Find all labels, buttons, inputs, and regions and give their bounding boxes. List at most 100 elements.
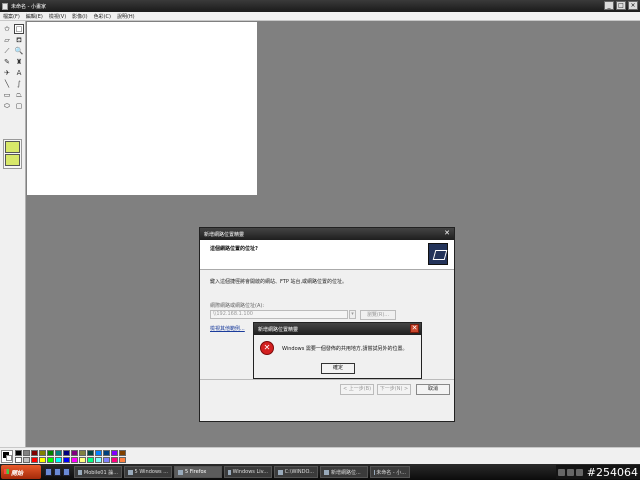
color-picker-icon[interactable]: ⟋ bbox=[2, 46, 12, 56]
quick-launch-icon[interactable] bbox=[54, 468, 61, 476]
color-swatch[interactable] bbox=[23, 450, 30, 456]
color-swatch[interactable] bbox=[39, 457, 46, 463]
airbrush-icon[interactable]: ✈ bbox=[2, 68, 12, 78]
task-app-icon bbox=[78, 469, 82, 475]
menu-edit[interactable]: 編輯(E) bbox=[25, 13, 44, 20]
taskbar-task[interactable]: 未命名 - 小... bbox=[370, 466, 410, 478]
color-swatch[interactable] bbox=[87, 450, 94, 456]
polygon-icon[interactable]: ⏢ bbox=[14, 90, 24, 100]
view-examples-link[interactable]: 檢視其他範例... bbox=[210, 325, 245, 332]
color-swatch[interactable] bbox=[15, 450, 22, 456]
taskbar-task[interactable]: 5 Windows ... bbox=[124, 466, 172, 478]
taskbar-task[interactable]: 5 Firefox bbox=[174, 466, 222, 478]
transparent-option-off[interactable] bbox=[5, 141, 20, 153]
menu-colors[interactable]: 色彩(C) bbox=[93, 13, 112, 20]
color-swatch[interactable] bbox=[103, 457, 110, 463]
quick-launch-icon[interactable] bbox=[63, 468, 70, 476]
wizard-description: 鍵入這個捷徑將會開啟的網站、FTP 站台,或網路位置的位址。 bbox=[210, 279, 348, 285]
color-swatch[interactable] bbox=[79, 450, 86, 456]
tray-icon[interactable] bbox=[566, 468, 574, 476]
task-app-icon bbox=[178, 469, 183, 475]
paint-app-icon bbox=[2, 2, 8, 10]
wizard-footer: < 上一步(B) 下一步(N) > 取消 bbox=[200, 379, 454, 397]
task-app-icon bbox=[324, 469, 329, 475]
drawing-canvas[interactable] bbox=[27, 22, 257, 195]
task-label: 未命名 - 小... bbox=[376, 469, 406, 476]
address-input[interactable]: \\192.168.1.100 bbox=[210, 310, 348, 319]
color-swatch[interactable] bbox=[95, 457, 102, 463]
color-swatch[interactable] bbox=[71, 457, 78, 463]
color-swatch[interactable] bbox=[47, 450, 54, 456]
close-button[interactable]: × bbox=[628, 1, 638, 10]
color-swatch[interactable] bbox=[103, 450, 110, 456]
color-swatch[interactable] bbox=[111, 450, 118, 456]
wizard-header: 這個網路位置的位址? bbox=[200, 240, 454, 270]
task-label: Mobile01 論... bbox=[83, 469, 118, 476]
fill-bucket-icon[interactable]: ⛾ bbox=[14, 35, 24, 45]
task-app-icon bbox=[128, 469, 133, 475]
color-swatch[interactable] bbox=[63, 457, 70, 463]
color-swatch[interactable] bbox=[31, 457, 38, 463]
rect-select-icon[interactable]: □ bbox=[14, 24, 24, 34]
next-button[interactable]: 下一步(N) > bbox=[377, 384, 411, 395]
minimize-button[interactable]: _ bbox=[604, 1, 614, 10]
ok-button[interactable]: 確定 bbox=[321, 363, 355, 374]
browse-button[interactable]: 瀏覽(R)... bbox=[360, 310, 396, 320]
tray-icon[interactable] bbox=[575, 468, 583, 476]
background-color bbox=[6, 455, 12, 461]
maximize-button[interactable]: □ bbox=[616, 1, 626, 10]
eraser-icon[interactable]: ▱ bbox=[2, 35, 12, 45]
start-button[interactable]: 開始 bbox=[1, 465, 41, 479]
color-swatch[interactable] bbox=[55, 450, 62, 456]
menu-file[interactable]: 檔案(F) bbox=[2, 13, 21, 20]
rounded-rect-icon[interactable]: ▢ bbox=[14, 101, 24, 111]
tool-grid: ✩ □ ▱ ⛾ ⟋ 🔍 ✎ ♜ ✈ A ╲ ∫ ▭ ⏢ ⬭ ▢ bbox=[2, 24, 24, 111]
back-button[interactable]: < 上一步(B) bbox=[340, 384, 374, 395]
text-icon[interactable]: A bbox=[14, 68, 24, 78]
ellipse-icon[interactable]: ⬭ bbox=[2, 101, 12, 111]
task-label: 新增網路位... bbox=[331, 469, 361, 476]
color-swatch[interactable] bbox=[71, 450, 78, 456]
menu-bar: 檔案(F) 編輯(E) 檢視(V) 影像(I) 色彩(C) 說明(H) bbox=[0, 12, 640, 21]
address-dropdown-icon[interactable]: ▾ bbox=[349, 310, 356, 319]
rectangle-icon[interactable]: ▭ bbox=[2, 90, 12, 100]
taskbar-task[interactable]: Windows Liv... bbox=[224, 466, 272, 478]
wizard-heading: 這個網路位置的位址? bbox=[210, 246, 258, 252]
color-swatch[interactable] bbox=[119, 457, 126, 463]
cancel-button[interactable]: 取消 bbox=[416, 384, 450, 395]
magnifier-icon[interactable]: 🔍 bbox=[14, 46, 24, 56]
color-swatch[interactable] bbox=[15, 457, 22, 463]
color-swatch[interactable] bbox=[23, 457, 30, 463]
color-swatch[interactable] bbox=[95, 450, 102, 456]
color-swatch[interactable] bbox=[55, 457, 62, 463]
brush-icon[interactable]: ♜ bbox=[14, 57, 24, 67]
error-title: 新增網路位置精靈 bbox=[258, 326, 299, 333]
menu-view[interactable]: 檢視(V) bbox=[48, 13, 67, 20]
taskbar-task[interactable]: C:\WINDO... bbox=[274, 466, 318, 478]
color-swatch[interactable] bbox=[87, 457, 94, 463]
color-swatch[interactable] bbox=[63, 450, 70, 456]
wizard-close-icon[interactable]: ✕ bbox=[443, 230, 451, 238]
color-swatch[interactable] bbox=[111, 457, 118, 463]
tool-options bbox=[3, 139, 22, 169]
color-swatch[interactable] bbox=[79, 457, 86, 463]
wizard-title-bar: 新增網路位置精靈 ✕ bbox=[200, 228, 454, 240]
color-swatch[interactable] bbox=[31, 450, 38, 456]
color-swatch[interactable] bbox=[39, 450, 46, 456]
quick-launch-icon[interactable] bbox=[45, 468, 52, 476]
error-close-icon[interactable]: ✕ bbox=[410, 324, 419, 333]
window-title: 未命名 - 小畫家 bbox=[11, 3, 46, 10]
menu-help[interactable]: 說明(H) bbox=[116, 13, 136, 20]
line-icon[interactable]: ╲ bbox=[2, 79, 12, 89]
curve-icon[interactable]: ∫ bbox=[14, 79, 24, 89]
task-label: 5 Windows ... bbox=[134, 469, 168, 475]
tray-icon[interactable] bbox=[557, 468, 565, 476]
free-select-icon[interactable]: ✩ bbox=[2, 24, 12, 34]
menu-image[interactable]: 影像(I) bbox=[71, 13, 88, 20]
color-swatch[interactable] bbox=[119, 450, 126, 456]
taskbar-task[interactable]: Mobile01 論... bbox=[74, 466, 122, 478]
transparent-option-on[interactable] bbox=[5, 154, 20, 166]
taskbar-task[interactable]: 新增網路位... bbox=[320, 466, 368, 478]
pencil-icon[interactable]: ✎ bbox=[2, 57, 12, 67]
color-swatch[interactable] bbox=[47, 457, 54, 463]
